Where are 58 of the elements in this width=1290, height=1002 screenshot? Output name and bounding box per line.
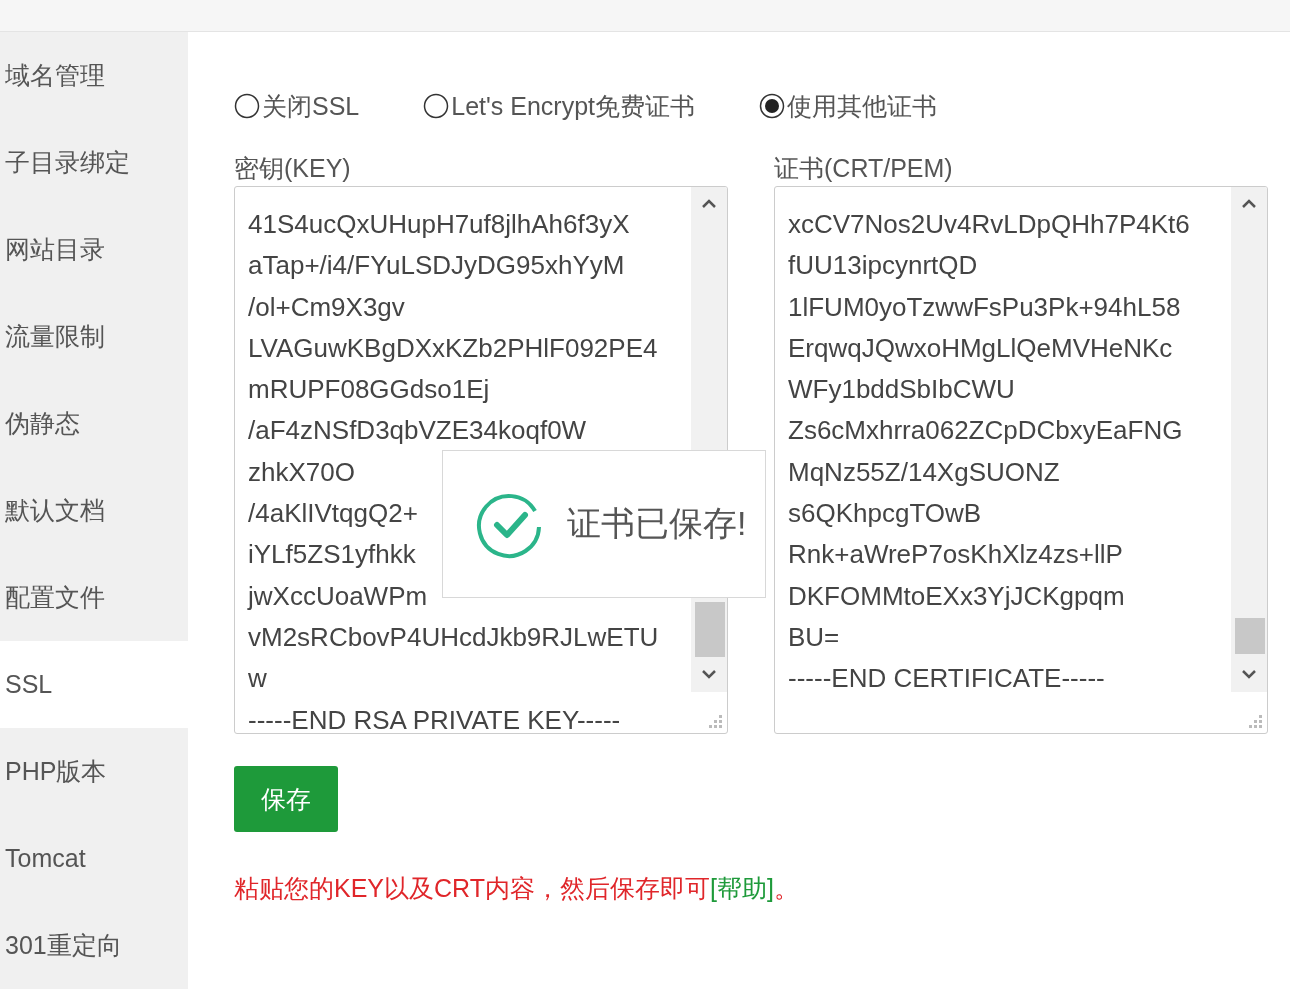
- field-label: 证书(CRT/PEM): [774, 153, 954, 184]
- sidebar-item[interactable]: PHP版本: [0, 728, 188, 815]
- text-line: 41S4ucQxUHupH7uf8jlhAh6f3yX: [248, 208, 630, 241]
- text-line: /aF4zNSfD3qbVZE34koqf0W: [248, 414, 587, 448]
- text-area[interactable]: [774, 186, 1268, 734]
- text-line: ErqwqJQwxoHMgLlQeMVHeNKc: [788, 331, 1173, 365]
- text-line: fUU13ipcynrtQD: [788, 249, 978, 283]
- scroll-down-icon[interactable]: [1241, 669, 1257, 679]
- text-line: zhkX70O: [248, 455, 355, 489]
- text-line: BU=: [788, 620, 840, 654]
- text-line: MqNz55Z/14XgSUONZ: [788, 455, 1060, 489]
- help-link[interactable]: [帮助]: [709, 874, 774, 902]
- sidebar-item[interactable]: 301重定向: [0, 902, 188, 989]
- sidebar-item[interactable]: 域名管理: [0, 32, 188, 119]
- scroll-up-icon[interactable]: [1241, 199, 1257, 209]
- radio-option[interactable]: 使用其他证书: [759, 89, 937, 123]
- resize-grip-icon[interactable]: [1247, 713, 1263, 729]
- text-line: w: [248, 662, 267, 696]
- help-note: 粘贴您的KEY以及CRT内容，然后保存即可[帮助]。: [234, 873, 800, 904]
- radio-icon[interactable]: [759, 93, 785, 119]
- text-line: -----END RSA PRIVATE KEY-----: [248, 703, 621, 733]
- sidebar-item[interactable]: Tomcat: [0, 815, 188, 902]
- text-line: DKFOMMtoEXx3YjJCKgpqm: [788, 579, 1125, 613]
- text-line: Zs6cMxhrra062ZCpDCbxyEaFNG: [788, 414, 1183, 448]
- text-line: /ol+Cm9X3gv: [248, 290, 405, 324]
- text-line: aTap+/i4/FYuLSDJyDG95xhYyM: [248, 249, 625, 283]
- save-button[interactable]: 保存: [234, 766, 338, 832]
- text-line: mRUPF08GGdso1Ej: [248, 373, 490, 407]
- sidebar-item[interactable]: SSL: [0, 641, 188, 728]
- sidebar-item[interactable]: 流量限制: [0, 293, 188, 380]
- scroll-up-icon[interactable]: [701, 199, 717, 209]
- radio-option[interactable]: 关闭SSL: [234, 89, 360, 123]
- scrollbar-thumb[interactable]: [695, 602, 725, 657]
- sidebar-item[interactable]: 网站目录: [0, 206, 188, 293]
- text-line: iYLf5ZS1yfhkk: [248, 538, 416, 572]
- text-line: 1lFUM0yoTzwwFsPu3Pk+94hL58: [788, 290, 1181, 324]
- radio-icon[interactable]: [234, 93, 260, 119]
- scrollbar-thumb[interactable]: [1235, 618, 1265, 654]
- text-line: jwXccUoaWPm: [248, 579, 428, 613]
- scroll-down-icon[interactable]: [701, 669, 717, 679]
- resize-grip-icon[interactable]: [707, 713, 723, 729]
- text-line: -----END CERTIFICATE-----: [788, 662, 1105, 696]
- scrollbar[interactable]: [1231, 187, 1267, 692]
- radio-option[interactable]: Let's Encrypt免费证书: [423, 89, 695, 123]
- sidebar-item[interactable]: 默认文档: [0, 467, 188, 554]
- field-label: 密钥(KEY): [234, 153, 352, 184]
- text-line: WFy1bddSbIbCWU: [788, 373, 1015, 407]
- text-line: Rnk+aWreP7osKhXlz4zs+llP: [788, 538, 1123, 572]
- toast-message: 证书已保存!: [567, 503, 747, 544]
- text-line: vM2sRCbovP4UHcdJkb9RJLwETU: [248, 620, 659, 654]
- sidebar-item[interactable]: 伪静态: [0, 380, 188, 467]
- text-line: xcCV7Nos2Uv4RvLDpQHh7P4Kt6: [788, 208, 1190, 241]
- text-line: /4aKlIVtqgQ2+: [248, 497, 418, 531]
- radio-icon[interactable]: [423, 93, 450, 119]
- text-line: s6QKhpcgTOwB: [788, 497, 982, 531]
- text-line: LVAGuwKBgDXxKZb2PHlF092PE4: [248, 331, 658, 365]
- sidebar-item[interactable]: 子目录绑定: [0, 119, 188, 206]
- sidebar-item[interactable]: 配置文件: [0, 554, 188, 641]
